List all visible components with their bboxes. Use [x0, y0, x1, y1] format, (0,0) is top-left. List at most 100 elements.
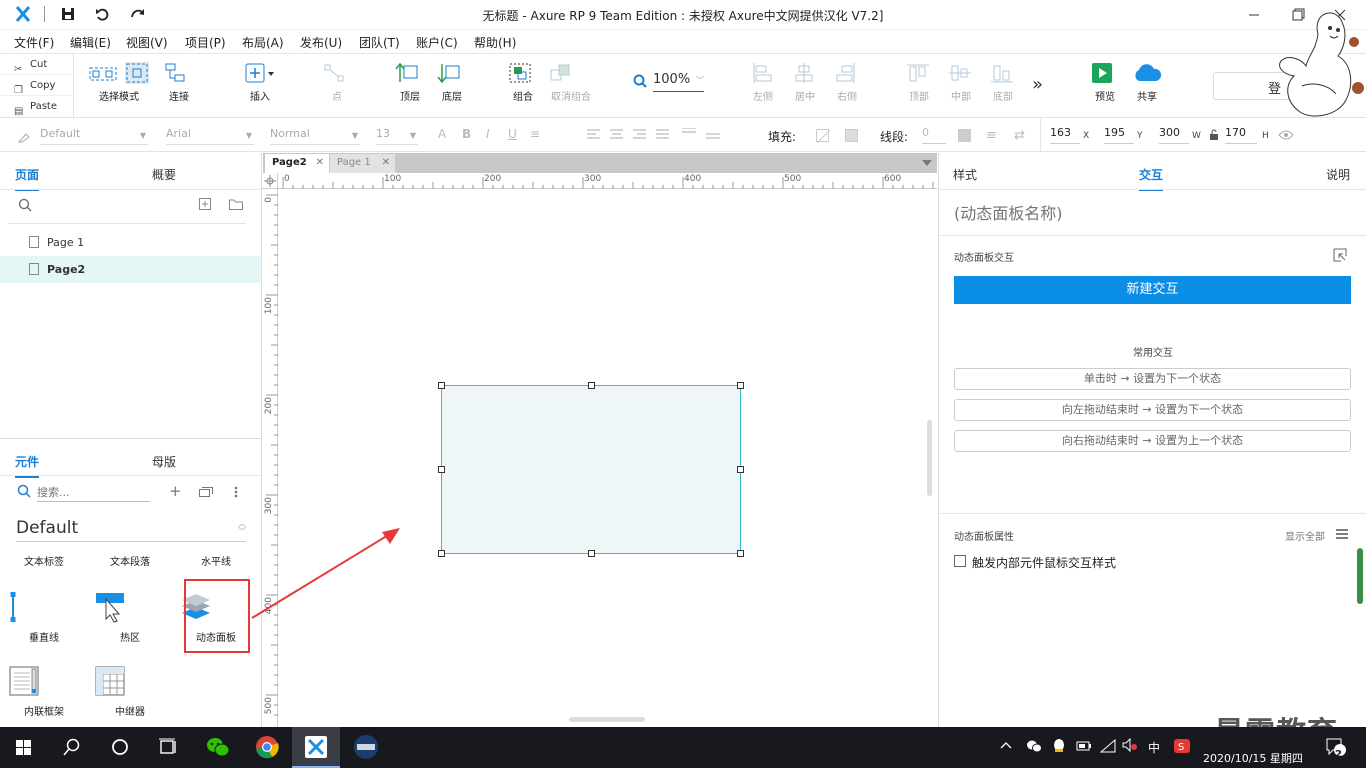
list-menu-icon[interactable] [1336, 529, 1348, 539]
tab-list-dropdown-icon[interactable] [922, 160, 932, 166]
more-options-icon[interactable] [234, 486, 238, 498]
send-to-back-button[interactable]: 底层 [437, 62, 467, 103]
y-input[interactable]: 195 [1104, 126, 1134, 144]
resize-handle[interactable] [438, 466, 445, 473]
copy-button[interactable]: ❐ Copy [0, 75, 72, 96]
wechat-icon[interactable] [194, 727, 242, 768]
menu-project[interactable]: 项目(P) [185, 34, 226, 51]
clock-date[interactable]: 2020/10/15 星期四 [1203, 750, 1303, 766]
widget-name-input[interactable] [954, 201, 1351, 225]
menu-publish[interactable]: 发布(U) [300, 34, 342, 51]
underline-button[interactable]: U [508, 127, 517, 141]
paste-button[interactable]: ▤ Paste [0, 96, 72, 117]
add-page-icon[interactable] [199, 198, 211, 210]
tab-style[interactable]: 样式 [953, 166, 977, 183]
ime-indicator[interactable]: 中 [1148, 739, 1160, 756]
bring-to-front-button[interactable]: 顶层 [395, 62, 425, 103]
expand-panel-icon[interactable] [1333, 248, 1347, 262]
page-item-page1[interactable]: Page 1 [0, 229, 261, 256]
library-menu-icon[interactable] [199, 486, 213, 497]
widget-repeater[interactable]: 中继器 [94, 665, 166, 718]
tray-expand-icon[interactable] [1000, 740, 1012, 750]
align-bottom-button[interactable]: 底部 [990, 62, 1016, 103]
resize-handle[interactable] [588, 550, 595, 557]
tab-page1[interactable]: Page 1 ✕ [330, 154, 395, 173]
preview-button[interactable]: 预览 [1091, 62, 1119, 103]
menu-team[interactable]: 团队(T) [359, 34, 400, 51]
wechat-tray-icon[interactable] [1026, 739, 1042, 753]
close-tab-icon[interactable]: ✕ [382, 154, 390, 172]
insert-button[interactable]: 插入 [240, 62, 280, 103]
resize-handle[interactable] [438, 550, 445, 557]
page-item-page2[interactable]: Page2 [0, 256, 261, 283]
align-middle-button[interactable]: 中部 [948, 62, 974, 103]
line-style-button[interactable]: ≡ [986, 128, 997, 143]
italic-button[interactable]: I [486, 127, 490, 141]
widget-vertical-line[interactable]: 垂直线 [8, 591, 80, 644]
search-icon[interactable] [18, 198, 32, 212]
point-button[interactable]: 点 [322, 62, 352, 103]
common-interaction-swipe-right[interactable]: 向右拖动结束时 → 设置为上一个状态 [954, 430, 1351, 452]
line-color-swatch[interactable] [958, 129, 971, 142]
common-interaction-click[interactable]: 单击时 → 设置为下一个状态 [954, 368, 1351, 390]
sogou-ime-icon[interactable]: S [1173, 738, 1191, 754]
chrome-icon[interactable] [243, 727, 291, 768]
align-top-button[interactable]: 顶部 [906, 62, 932, 103]
axure-taskbar-icon[interactable] [292, 727, 340, 768]
tab-pages[interactable]: 页面 [15, 166, 40, 191]
menu-layout[interactable]: 布局(A) [242, 34, 284, 51]
resize-handle[interactable] [588, 382, 595, 389]
library-select[interactable]: Default ︿ ﹀ [16, 518, 246, 542]
show-all-link[interactable]: 显示全部 [1285, 528, 1325, 543]
align-right-button[interactable]: 右侧 [834, 62, 860, 103]
resize-handle[interactable] [737, 382, 744, 389]
widget-horizontal-line[interactable]: 水平线 [180, 553, 252, 568]
menu-file[interactable]: 文件(F) [14, 34, 54, 51]
volume-muted-icon[interactable] [1122, 738, 1138, 752]
ungroup-button[interactable]: 取消组合 [548, 62, 594, 103]
mouse-interaction-checkbox[interactable] [954, 555, 966, 567]
app-taskbar-icon[interactable] [342, 727, 390, 768]
font-size-select[interactable]: 13 ▼ [376, 127, 418, 145]
tab-outline[interactable]: 概要 [152, 166, 176, 183]
more-tools-button[interactable]: » [1032, 74, 1043, 95]
height-input[interactable]: 170 [1225, 126, 1257, 144]
widget-search-input[interactable] [37, 484, 150, 502]
qq-tray-icon[interactable] [1052, 738, 1066, 754]
resize-handle[interactable] [737, 466, 744, 473]
resize-handle[interactable] [438, 382, 445, 389]
arrow-style-button[interactable]: ⇄ [1014, 128, 1025, 143]
menu-view[interactable]: 视图(V) [126, 34, 168, 51]
tab-widgets[interactable]: 元件 [15, 453, 40, 478]
text-more-button[interactable]: ≡ [530, 127, 540, 141]
cut-button[interactable]: ✂ Cut [0, 54, 72, 75]
line-width-input[interactable]: 0 [922, 126, 946, 144]
tab-page2[interactable]: Page2 ✕ [265, 154, 329, 173]
font-select[interactable]: Arial ▼ [166, 127, 254, 145]
x-input[interactable]: 163 [1050, 126, 1080, 144]
panel-scrollbar[interactable] [1357, 548, 1363, 604]
tab-interactions[interactable]: 交互 [1139, 166, 1164, 191]
search-icon[interactable] [48, 727, 96, 768]
cortana-icon[interactable] [96, 727, 144, 768]
width-input[interactable]: 300 [1159, 126, 1189, 144]
battery-icon[interactable] [1076, 739, 1092, 753]
tab-masters[interactable]: 母版 [152, 453, 176, 470]
horizontal-scrollbar[interactable] [569, 717, 645, 722]
widget-hotspot[interactable]: 热区 [94, 591, 166, 644]
widget-text-label[interactable]: 文本标签 [8, 553, 80, 568]
zoom-select[interactable]: 100% ﹀ [653, 72, 704, 92]
task-view-icon[interactable] [144, 727, 192, 768]
dynamic-panel-widget[interactable] [441, 385, 741, 554]
minimize-button[interactable] [1244, 6, 1264, 24]
font-weight-select[interactable]: Normal ▼ [270, 127, 360, 145]
share-button[interactable]: 共享 [1131, 62, 1163, 103]
menu-account[interactable]: 账户(C) [416, 34, 458, 51]
menu-edit[interactable]: 编辑(E) [70, 34, 111, 51]
fill-color-swatch[interactable] [816, 129, 830, 143]
connect-button[interactable]: 连接 [163, 62, 195, 103]
widget-text-paragraph[interactable]: 文本段落 [94, 553, 166, 568]
visibility-eye-icon[interactable] [1278, 129, 1294, 141]
select-mode-button[interactable]: 选择模式 [84, 62, 154, 103]
align-left-button[interactable]: 左侧 [750, 62, 776, 103]
